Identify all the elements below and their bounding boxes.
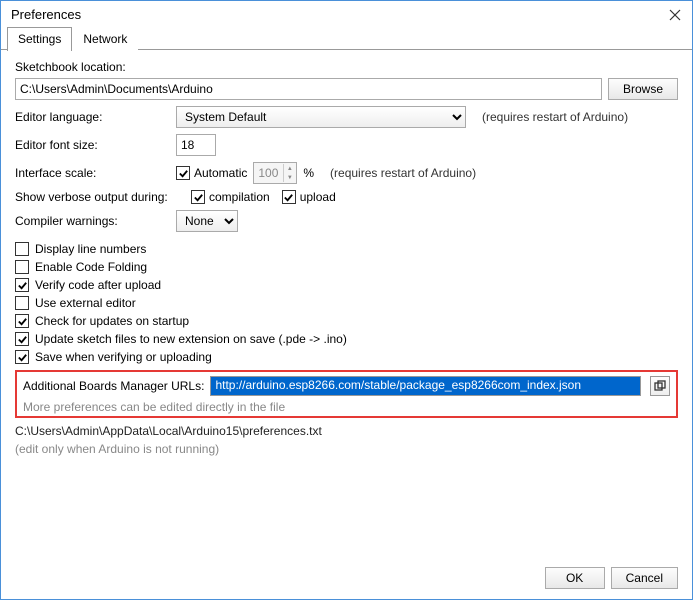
editor-language-note: (requires restart of Arduino) — [482, 110, 628, 124]
compiler-warnings-label: Compiler warnings: — [15, 214, 170, 228]
scale-spinner[interactable]: ▲▼ — [283, 164, 295, 182]
update-sketch-label: Update sketch files to new extension on … — [35, 332, 347, 346]
editor-fontsize-input[interactable] — [176, 134, 216, 156]
preferences-file-path[interactable]: C:\Users\Admin\AppData\Local\Arduino15\p… — [15, 424, 678, 438]
use-external-editor-checkbox[interactable] — [15, 296, 29, 310]
interface-scale-label: Interface scale: — [15, 166, 170, 180]
boards-url-highlight: Additional Boards Manager URLs: http://a… — [15, 370, 678, 418]
boards-url-expand-icon[interactable] — [650, 376, 670, 396]
tab-settings[interactable]: Settings — [7, 27, 72, 51]
display-line-numbers-label: Display line numbers — [35, 242, 146, 256]
sketchbook-path-input[interactable] — [15, 78, 602, 100]
check-updates-checkbox[interactable] — [15, 314, 29, 328]
update-sketch-checkbox[interactable] — [15, 332, 29, 346]
more-preferences-note: More preferences can be edited directly … — [23, 400, 670, 414]
boards-url-label: Additional Boards Manager URLs: — [23, 379, 204, 393]
automatic-label: Automatic — [194, 166, 247, 180]
interface-scale-note: (requires restart of Arduino) — [330, 166, 476, 180]
scale-percent-input: 100 ▲▼ — [253, 162, 297, 184]
editor-fontsize-label: Editor font size: — [15, 138, 170, 152]
upload-label: upload — [300, 190, 336, 204]
verify-after-upload-label: Verify code after upload — [35, 278, 161, 292]
upload-checkbox[interactable] — [282, 190, 296, 204]
use-external-editor-label: Use external editor — [35, 296, 136, 310]
window-title: Preferences — [11, 7, 81, 22]
save-when-verifying-checkbox[interactable] — [15, 350, 29, 364]
editor-language-label: Editor language: — [15, 110, 170, 124]
cancel-button[interactable]: Cancel — [611, 567, 678, 589]
enable-code-folding-label: Enable Code Folding — [35, 260, 147, 274]
save-when-verifying-label: Save when verifying or uploading — [35, 350, 212, 364]
edit-only-note: (edit only when Arduino is not running) — [15, 442, 678, 456]
browse-button[interactable]: Browse — [608, 78, 678, 100]
close-icon[interactable] — [668, 8, 682, 22]
verbose-label: Show verbose output during: — [15, 190, 185, 204]
compilation-checkbox[interactable] — [191, 190, 205, 204]
display-line-numbers-checkbox[interactable] — [15, 242, 29, 256]
verify-after-upload-checkbox[interactable] — [15, 278, 29, 292]
percent-suffix: % — [303, 166, 314, 180]
enable-code-folding-checkbox[interactable] — [15, 260, 29, 274]
compiler-warnings-select[interactable]: None — [176, 210, 238, 232]
tab-network[interactable]: Network — [72, 27, 138, 51]
check-updates-label: Check for updates on startup — [35, 314, 189, 328]
editor-language-select[interactable]: System Default — [176, 106, 466, 128]
boards-url-input[interactable]: http://arduino.esp8266.com/stable/packag… — [210, 376, 641, 396]
automatic-checkbox[interactable] — [176, 166, 190, 180]
sketchbook-label: Sketchbook location: — [15, 60, 678, 74]
ok-button[interactable]: OK — [545, 567, 605, 589]
compilation-label: compilation — [209, 190, 270, 204]
